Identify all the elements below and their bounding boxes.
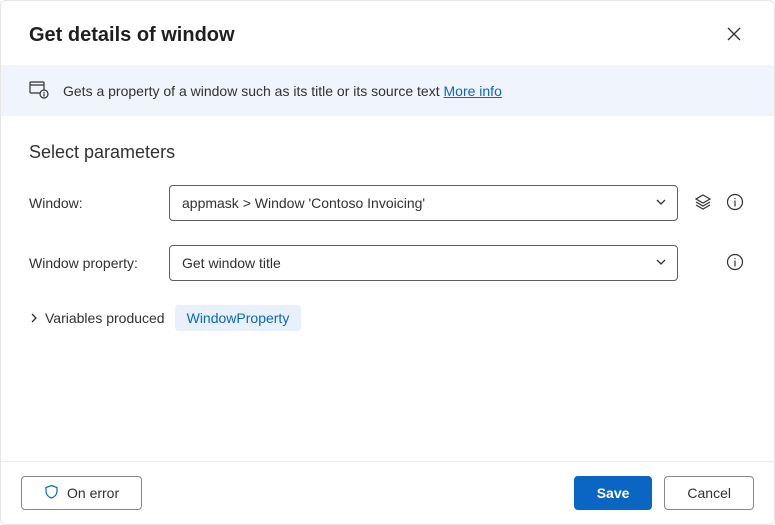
on-error-button[interactable]: On error xyxy=(21,476,142,510)
more-info-link[interactable]: More info xyxy=(444,83,502,99)
chevron-right-icon xyxy=(29,310,39,326)
variables-toggle[interactable]: Variables produced xyxy=(29,310,165,326)
window-info-icon xyxy=(29,79,49,102)
window-help-button[interactable] xyxy=(724,191,746,216)
section-title: Select parameters xyxy=(29,142,746,163)
cancel-button[interactable]: Cancel xyxy=(664,476,754,510)
close-button[interactable] xyxy=(718,19,750,51)
window-select[interactable]: appmask > Window 'Contoso Invoicing' xyxy=(169,185,678,221)
shield-icon xyxy=(44,484,59,502)
layers-icon xyxy=(694,193,712,214)
property-row-icons xyxy=(690,251,746,276)
dialog-title: Get details of window xyxy=(29,24,235,47)
info-circle-icon xyxy=(726,253,744,274)
save-button[interactable]: Save xyxy=(574,476,653,510)
chevron-down-icon xyxy=(655,255,667,271)
variable-chip[interactable]: WindowProperty xyxy=(175,305,302,331)
close-icon xyxy=(727,27,741,44)
property-help-button[interactable] xyxy=(724,251,746,276)
window-property-row: Window property: Get window title xyxy=(29,245,746,281)
on-error-label: On error xyxy=(67,485,119,501)
chevron-down-icon xyxy=(655,195,667,211)
dialog-header: Get details of window xyxy=(1,1,774,65)
window-row-icons xyxy=(690,191,746,216)
info-text: Gets a property of a window such as its … xyxy=(63,83,502,99)
variables-row: Variables produced WindowProperty xyxy=(29,305,746,331)
dialog-body: Select parameters Window: appmask > Wind… xyxy=(1,116,774,461)
get-details-of-window-dialog: Get details of window Gets a property of… xyxy=(0,0,775,525)
info-circle-icon xyxy=(726,193,744,214)
variables-label: Variables produced xyxy=(45,310,165,326)
footer-right: Save Cancel xyxy=(574,476,754,510)
window-select-value: appmask > Window 'Contoso Invoicing' xyxy=(182,195,425,211)
ui-element-picker-button[interactable] xyxy=(692,191,714,216)
window-label: Window: xyxy=(29,195,157,211)
info-strip: Gets a property of a window such as its … xyxy=(1,65,774,116)
window-property-select[interactable]: Get window title xyxy=(169,245,678,281)
window-property-value: Get window title xyxy=(182,255,281,271)
dialog-footer: On error Save Cancel xyxy=(1,461,774,524)
window-row: Window: appmask > Window 'Contoso Invoic… xyxy=(29,185,746,221)
window-property-label: Window property: xyxy=(29,255,157,271)
